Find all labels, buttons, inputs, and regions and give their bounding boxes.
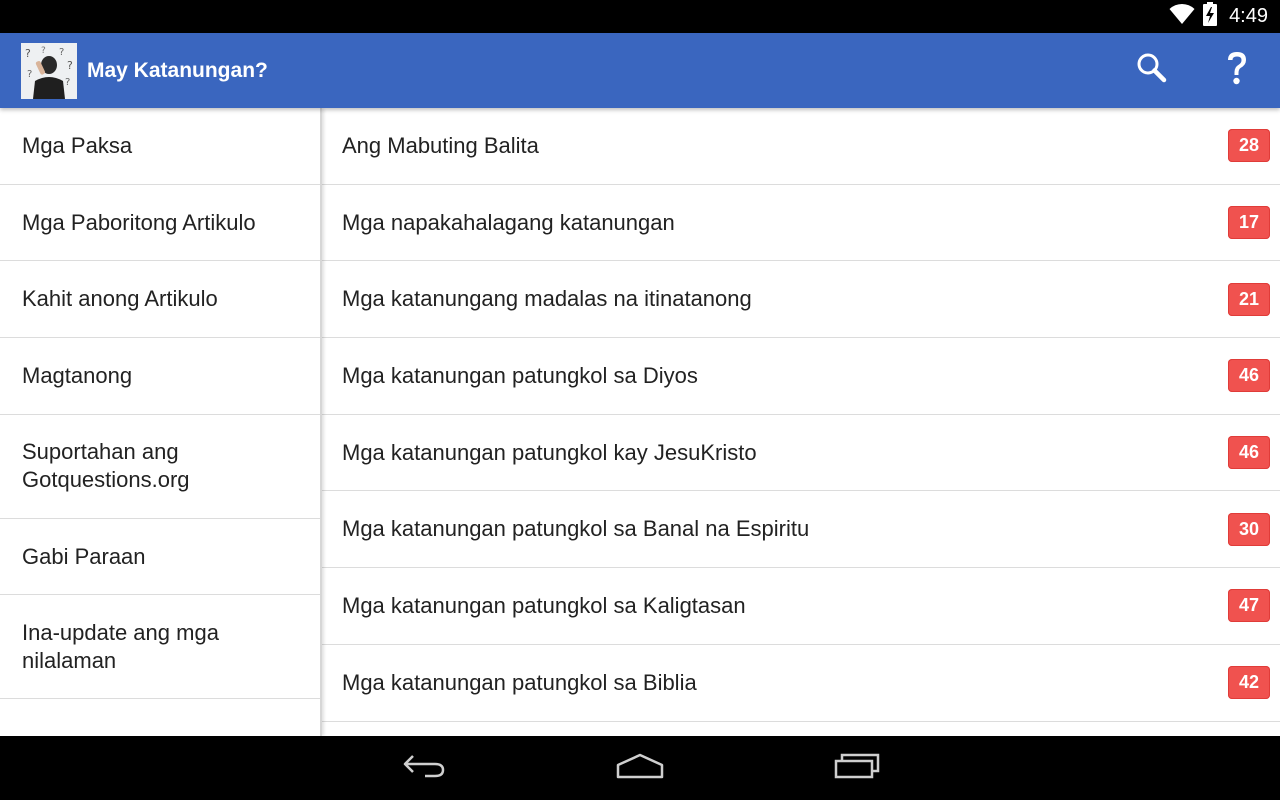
list-item[interactable]: Mga katanungan patungkol kay JesuKristo … — [322, 415, 1280, 492]
sidebar-item-label: Suportahan ang Gotquestions.org — [22, 439, 190, 493]
sidebar-item-favorites[interactable]: Mga Paboritong Artikulo — [0, 185, 320, 262]
list-item[interactable]: Mga katanungang madalas na itinatanong 2… — [322, 261, 1280, 339]
sidebar-item-random-article[interactable]: Kahit anong Artikulo — [0, 261, 320, 339]
topic-label: Mga katanungan patungkol sa Kaligtasan — [342, 592, 746, 618]
status-icons: 4:49 — [1169, 0, 1268, 33]
sidebar-item-label: Mga Paboritong Artikulo — [22, 209, 256, 235]
topic-label: Mga katanungan patungkol sa Diyos — [342, 362, 698, 388]
topic-label: Mga katanungan patungkol sa Banal na Esp… — [342, 516, 810, 542]
app-logo[interactable]: ? ? ? ? ? ? — [21, 43, 77, 99]
search-button[interactable] — [1122, 33, 1182, 108]
sidebar-item-update-content[interactable]: Ina-update ang mga nilalaman — [0, 595, 320, 700]
count-badge: 17 — [1228, 206, 1270, 240]
sidebar-item-topics[interactable]: Mga Paksa — [0, 108, 320, 185]
topic-label: Mga katanungang madalas na itinatanong — [342, 286, 752, 312]
list-item[interactable]: Mga katanungan patungkol sa Diyos 46 — [322, 338, 1280, 415]
home-button[interactable] — [590, 736, 690, 800]
list-item[interactable]: Ang Mabuting Balita 28 — [322, 108, 1280, 185]
status-bar: 4:49 — [0, 0, 1280, 33]
svg-text:?: ? — [67, 59, 73, 72]
sidebar-item-night-mode[interactable]: Gabi Paraan — [0, 519, 320, 596]
count-badge: 46 — [1228, 359, 1270, 393]
sidebar-item-label: Ina-update ang mga nilalaman — [22, 619, 219, 673]
recent-apps-icon — [833, 752, 881, 785]
topic-label: Mga napakahalagang katanungan — [342, 209, 675, 235]
list-item[interactable]: Mga katanungan patungkol sa Banal na Esp… — [322, 491, 1280, 569]
count-badge: 28 — [1228, 129, 1270, 163]
search-icon — [1136, 52, 1168, 89]
list-item[interactable]: Mga katanungan patungkol sa Biblia 42 — [322, 645, 1280, 722]
topic-label: Mga katanungan patungkol kay JesuKristo — [342, 439, 757, 465]
svg-text:?: ? — [41, 46, 46, 56]
help-icon — [1225, 50, 1249, 91]
count-badge: 46 — [1228, 436, 1270, 470]
svg-text:?: ? — [27, 69, 32, 80]
help-button[interactable] — [1207, 33, 1267, 108]
back-button[interactable] — [374, 736, 474, 800]
status-time: 4:49 — [1229, 5, 1268, 27]
action-bar: ? ? ? ? ? ? May Katanungan? — [0, 33, 1280, 108]
back-icon — [401, 752, 447, 785]
count-badge: 47 — [1228, 589, 1270, 623]
home-icon — [615, 752, 665, 785]
topic-label: Mga katanungan patungkol sa Biblia — [342, 669, 697, 695]
svg-text:?: ? — [65, 77, 70, 88]
nav-drawer: Mga Paksa Mga Paboritong Artikulo Kahit … — [0, 108, 322, 736]
sidebar-item-label: Kahit anong Artikulo — [22, 286, 218, 312]
sidebar-item-label: Mga Paksa — [22, 132, 133, 158]
sidebar-item-support[interactable]: Suportahan ang Gotquestions.org — [0, 415, 320, 519]
count-badge: 42 — [1228, 666, 1270, 700]
wifi-icon — [1169, 3, 1195, 30]
sidebar-item-ask[interactable]: Magtanong — [0, 338, 320, 415]
topic-label: Ang Mabuting Balita — [342, 132, 539, 158]
sidebar-item-label: Magtanong — [22, 362, 133, 388]
recent-apps-button[interactable] — [807, 736, 907, 800]
navigation-bar — [0, 736, 1280, 800]
list-item[interactable]: Mga katanungan patungkol sa Kaligtasan 4… — [322, 568, 1280, 645]
count-badge: 21 — [1228, 282, 1270, 316]
svg-text:?: ? — [59, 47, 64, 58]
list-item[interactable]: Mga napakahalagang katanungan 17 — [322, 185, 1280, 262]
battery-charging-icon — [1203, 2, 1218, 31]
app-title: May Katanungan? — [87, 59, 268, 82]
topic-list: Ang Mabuting Balita 28 Mga napakahalagan… — [322, 108, 1280, 736]
svg-text:?: ? — [25, 47, 31, 60]
sidebar-item-label: Gabi Paraan — [22, 543, 146, 569]
count-badge: 30 — [1228, 512, 1270, 546]
